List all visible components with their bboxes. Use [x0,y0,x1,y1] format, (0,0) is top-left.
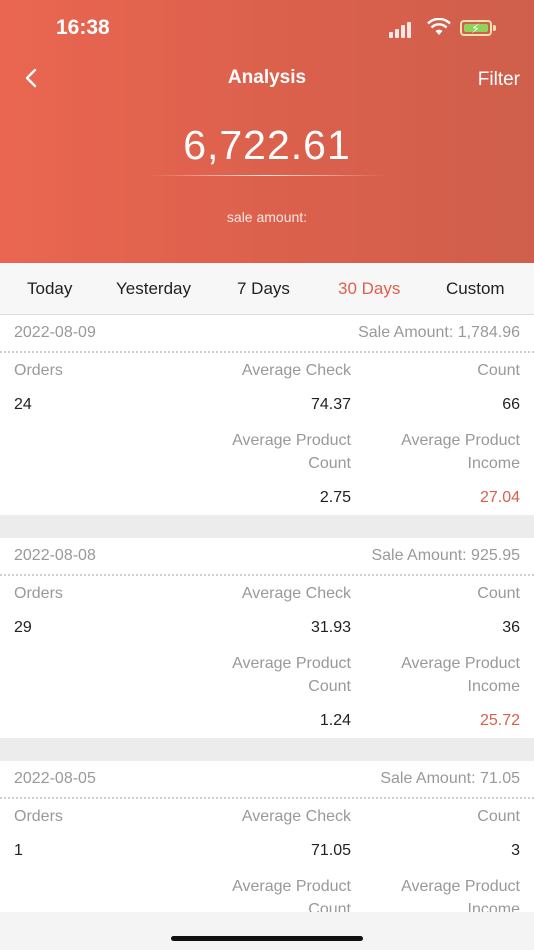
avg-product-count-label: Average Product Count [232,655,351,695]
avg-product-income-label: Average Product Income [401,432,520,472]
dashed-divider [0,574,534,576]
average-check-label: Average Check [241,362,351,379]
orders-label: Orders [14,362,63,379]
count-value: 36 [502,619,520,636]
count-label: Count [477,585,520,602]
list-item[interactable]: 2022-08-09 Sale Amount: 1,784.96 Orders … [0,315,534,515]
record-sale-amount: Sale Amount: 71.05 [380,770,520,787]
page-title: Analysis [227,67,307,88]
average-check-value: 31.93 [310,619,351,636]
tab-custom[interactable]: Custom [446,279,505,299]
average-check-label: Average Check [241,808,351,825]
average-check-value: 74.37 [310,396,351,413]
record-date: 2022-08-08 [14,547,96,564]
wifi-icon [427,18,451,35]
avg-product-count-value: 2.75 [319,489,351,506]
dashed-divider [0,797,534,799]
orders-value: 1 [14,842,23,859]
dashed-divider [0,351,534,353]
home-bar [0,912,534,950]
tab-yesterday[interactable]: Yesterday [116,279,191,299]
tab-7-days[interactable]: 7 Days [237,279,290,299]
sale-amount-caption: sale amount: [226,209,308,225]
list-item[interactable]: 2022-08-05 Sale Amount: 71.05 Orders Ave… [0,761,534,912]
orders-value: 29 [14,619,32,636]
filter-button[interactable]: Filter [478,69,520,91]
home-indicator[interactable] [171,936,363,941]
average-check-value: 71.05 [310,842,351,859]
analysis-header: 16:38 ⚡ Analysis Filter 6,722.61 sale am… [0,0,534,263]
tab-30-days[interactable]: 30 Days [338,279,400,299]
avg-product-count-label: Average Product Count [232,878,351,912]
avg-product-income-label: Average Product Income [401,655,520,695]
orders-value: 24 [14,396,32,413]
average-check-label: Average Check [241,585,351,602]
avg-product-count-label: Average Product Count [232,432,351,472]
record-sale-amount: Sale Amount: 925.95 [371,547,520,564]
count-value: 3 [511,842,520,859]
tab-today[interactable]: Today [27,279,72,299]
orders-label: Orders [14,808,63,825]
record-date: 2022-08-09 [14,324,96,341]
record-date: 2022-08-05 [14,770,96,787]
amount-divider [150,175,384,176]
record-sale-amount: Sale Amount: 1,784.96 [358,324,520,341]
avg-product-income-value: 27.04 [479,489,520,506]
avg-product-count-value: 1.24 [319,712,351,729]
records-list[interactable]: 2022-08-09 Sale Amount: 1,784.96 Orders … [0,315,534,912]
avg-product-income-value: 25.72 [479,712,520,729]
count-label: Count [477,362,520,379]
date-range-tabs: Today Yesterday 7 Days 30 Days Custom [0,263,534,315]
avg-product-income-label: Average Product Income [401,878,520,912]
orders-label: Orders [14,585,63,602]
list-item[interactable]: 2022-08-08 Sale Amount: 925.95 Orders Av… [0,538,534,738]
status-time: 16:38 [56,16,110,39]
total-sale-amount: 6,722.61 [183,122,351,168]
count-value: 66 [502,396,520,413]
cellular-signal-icon [389,22,417,38]
battery-icon: ⚡ [460,20,492,36]
count-label: Count [477,808,520,825]
